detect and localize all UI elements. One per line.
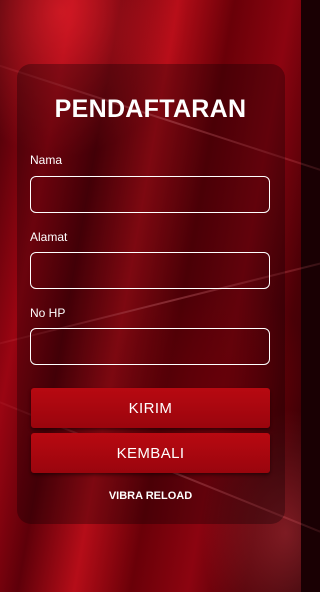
submit-button[interactable]: KIRIM [31, 388, 270, 428]
page-title: PENDAFTARAN [54, 95, 247, 123]
back-button[interactable]: KEMBALI [31, 433, 270, 473]
brand-link[interactable]: VIBRA RELOAD [0, 490, 301, 502]
name-input[interactable] [30, 176, 270, 213]
name-label: Nama [30, 153, 63, 167]
phone-input[interactable] [30, 328, 270, 365]
phone-label: No HP [30, 306, 66, 320]
address-input[interactable] [30, 252, 270, 289]
address-label: Alamat [30, 230, 68, 244]
